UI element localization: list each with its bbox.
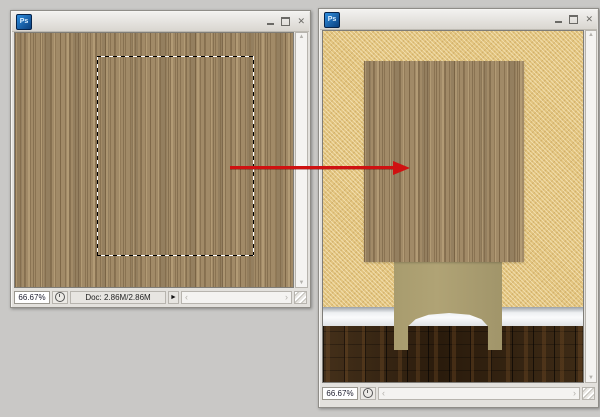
left-statusbar: 66.67% Doc: 2.86M/2.86M ► ‹ › <box>12 289 309 305</box>
right-vertical-scrollbar[interactable]: ▲ ▼ <box>585 30 597 383</box>
app-logo-icon: Ps <box>16 14 32 30</box>
left-vertical-scrollbar[interactable]: ▲ ▼ <box>295 32 308 288</box>
scroll-down-icon[interactable]: ▼ <box>298 279 306 287</box>
left-canvas[interactable] <box>14 32 294 288</box>
scroll-up-icon[interactable]: ▲ <box>587 31 595 39</box>
left-horizontal-scrollbar[interactable]: ‹ › <box>181 291 292 304</box>
close-icon[interactable]: ✕ <box>297 17 305 26</box>
right-window-controls: ✕ <box>555 15 593 24</box>
left-titlebar[interactable]: Ps ✕ <box>12 12 309 32</box>
maximize-icon[interactable] <box>569 15 578 24</box>
scroll-left-icon[interactable]: ‹ <box>381 388 386 399</box>
scroll-down-icon[interactable]: ▼ <box>587 374 595 382</box>
right-titlebar[interactable]: Ps ✕ <box>320 10 597 30</box>
arrow-shaft <box>230 166 393 169</box>
status-clock-button[interactable] <box>360 387 376 400</box>
zoom-level-field[interactable]: 66.67% <box>14 291 50 304</box>
close-icon[interactable]: ✕ <box>585 15 593 24</box>
desktop: Ps ✕ ▲ ▼ 66.67% Doc: 2.86M/2.86M ► ‹ <box>0 0 600 417</box>
minimize-icon[interactable] <box>267 23 274 25</box>
status-menu-button[interactable]: ► <box>168 291 179 304</box>
target-scene-window: Ps ✕ ▲ ▼ 66.67% <box>318 8 599 408</box>
selection-marquee[interactable] <box>97 56 254 256</box>
right-canvas[interactable] <box>322 30 584 383</box>
maximize-icon[interactable] <box>281 17 290 26</box>
wood-floor <box>323 326 584 383</box>
status-clock-button[interactable] <box>52 291 68 304</box>
scroll-right-icon[interactable]: › <box>284 292 289 303</box>
right-horizontal-scrollbar[interactable]: ‹ › <box>378 387 580 400</box>
resize-grip[interactable] <box>582 387 595 400</box>
app-logo-icon: Ps <box>324 12 340 28</box>
pasted-wood-panel[interactable] <box>364 61 524 262</box>
resize-grip[interactable] <box>294 291 307 304</box>
left-window-controls: ✕ <box>267 17 305 26</box>
scroll-left-icon[interactable]: ‹ <box>184 292 189 303</box>
arrow-head-icon <box>393 161 410 175</box>
right-statusbar: 66.67% ‹ › <box>320 385 597 401</box>
minimize-icon[interactable] <box>555 21 562 23</box>
clock-icon <box>55 292 65 302</box>
source-texture-window: Ps ✕ ▲ ▼ 66.67% Doc: 2.86M/2.86M ► ‹ <box>10 10 311 308</box>
doc-size-indicator: Doc: 2.86M/2.86M <box>70 291 166 304</box>
scroll-up-icon[interactable]: ▲ <box>298 33 306 41</box>
zoom-level-field[interactable]: 66.67% <box>322 387 358 400</box>
clock-icon <box>363 388 373 398</box>
scroll-right-icon[interactable]: › <box>572 388 577 399</box>
